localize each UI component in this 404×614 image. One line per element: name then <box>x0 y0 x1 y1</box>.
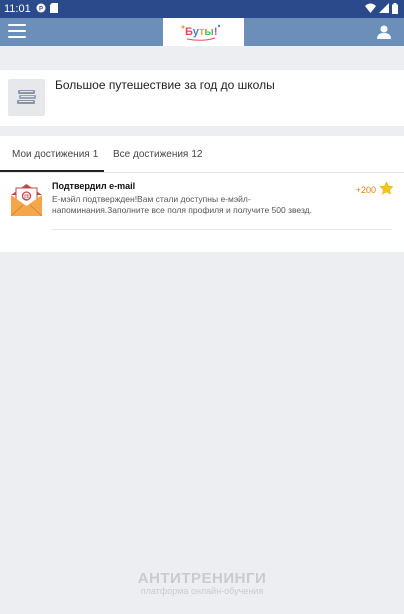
status-bar: 11:01 P <box>0 0 404 18</box>
battery-icon <box>392 3 398 14</box>
achievements-card: Мои достижения 1 Все достижения 12 @ Под… <box>0 136 404 252</box>
books-icon <box>17 90 36 104</box>
achievement-points: +200 <box>355 185 376 195</box>
course-title: Большое путешествие за год до школы <box>55 78 275 92</box>
course-card[interactable]: Большое путешествие за год до школы <box>0 70 404 126</box>
logo-image: Буты! <box>181 24 221 41</box>
svg-text:@: @ <box>23 195 29 201</box>
svg-text:Буты!: Буты! <box>185 26 218 38</box>
brand-tagline: платформа онлайн-обучения <box>140 586 264 596</box>
achievement-item[interactable]: @ Подтвердил e-mail E-мэйл подтвержден!В… <box>0 172 404 252</box>
menu-button[interactable] <box>8 24 26 40</box>
app-logo[interactable]: Буты! <box>163 18 244 46</box>
tab-my-achievements[interactable]: Мои достижения 1 <box>12 149 98 160</box>
achievement-description: E-мэйл подтвержден!Вам стали доступны е-… <box>52 194 312 215</box>
profile-button[interactable] <box>376 24 392 40</box>
sd-card-icon <box>50 3 58 13</box>
wifi-icon <box>365 3 376 13</box>
star-icon <box>379 181 394 195</box>
email-envelope-icon: @ <box>10 184 43 217</box>
achievements-tabs: Мои достижения 1 Все достижения 12 <box>0 136 404 173</box>
signal-icon <box>379 3 389 13</box>
status-time: 11:01 <box>4 3 31 15</box>
achievement-title: Подтвердил e-mail <box>52 181 136 191</box>
brand-name: АНТИТРЕНИНГИ <box>137 570 267 587</box>
item-divider <box>52 229 392 230</box>
notification-icon: P <box>36 3 46 13</box>
tab-all-achievements[interactable]: Все достижения 12 <box>113 149 202 160</box>
course-thumbnail <box>8 79 45 116</box>
user-icon <box>377 25 391 39</box>
footer-brand: АНТИТРЕНИНГИ платформа онлайн-обучения <box>0 570 404 596</box>
svg-text:P: P <box>39 7 43 13</box>
app-bar: Буты! <box>0 18 404 46</box>
